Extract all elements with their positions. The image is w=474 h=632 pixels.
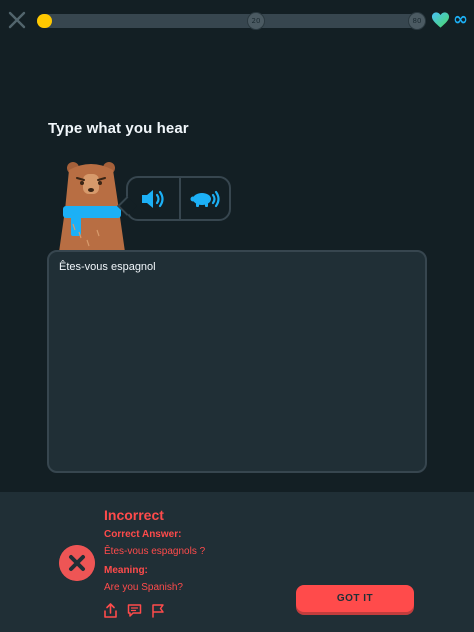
turtle-slow-icon[interactable] [190,186,224,212]
hearts-counter[interactable]: ∞ [431,11,468,29]
correct-answer-text: Êtes-vous espagnols ? [104,546,206,557]
share-icon[interactable] [103,603,118,618]
x-circle-icon [59,545,95,581]
audio-controls [126,176,231,221]
progress-bar: 20 80 [37,13,425,29]
got-it-button[interactable]: GOT IT [296,585,414,612]
typed-answer: Êtes-vous espagnol [59,261,156,273]
speaker-icon[interactable] [138,186,170,212]
comment-icon[interactable] [127,603,142,618]
audio-divider [179,178,181,219]
infinity-icon: ∞ [453,9,468,30]
heart-icon [431,12,450,28]
close-icon[interactable] [7,10,27,30]
challenge-prompt: Type what you hear [48,120,189,137]
feedback-status: Incorrect [104,507,164,523]
progress-fill [37,14,52,28]
flag-icon[interactable] [151,603,166,618]
progress-milestone: 20 [248,13,264,29]
progress-milestone: 80 [409,13,425,29]
correct-answer-label: Correct Answer: [104,529,182,540]
meaning-label: Meaning: [104,565,148,576]
meaning-text: Are you Spanish? [104,582,183,593]
answer-textarea[interactable]: Êtes-vous espagnol [47,250,427,473]
